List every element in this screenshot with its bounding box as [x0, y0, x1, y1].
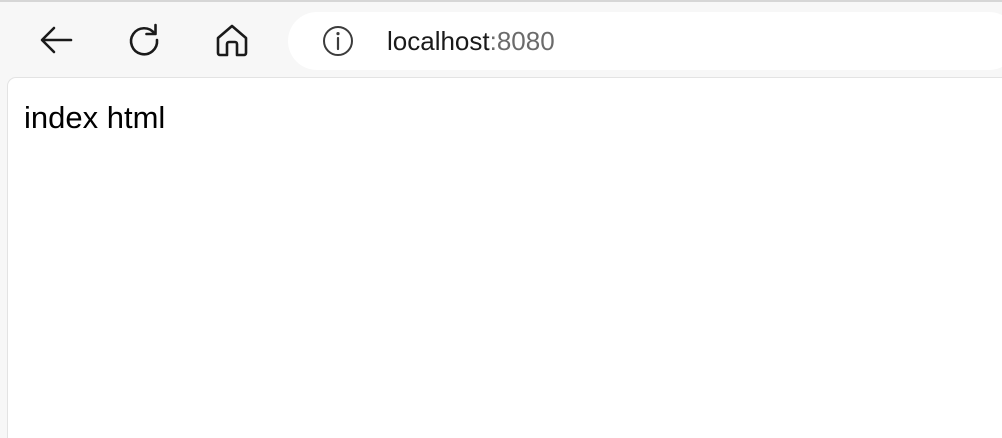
- info-icon[interactable]: [322, 25, 354, 57]
- browser-toolbar: localhost:8080: [0, 2, 1002, 78]
- url-port: :8080: [489, 26, 555, 56]
- arrow-left-icon: [40, 26, 73, 54]
- url-host: localhost: [387, 26, 490, 56]
- refresh-icon: [129, 23, 159, 56]
- page-content: index html: [8, 78, 1002, 438]
- home-icon: [216, 24, 248, 57]
- back-button[interactable]: [32, 16, 80, 64]
- url-text[interactable]: localhost:8080: [387, 26, 555, 56]
- address-bar[interactable]: localhost:8080: [288, 12, 1002, 70]
- reload-button[interactable]: [120, 16, 168, 64]
- home-button[interactable]: [208, 16, 256, 64]
- page-body-text: index html: [24, 100, 166, 135]
